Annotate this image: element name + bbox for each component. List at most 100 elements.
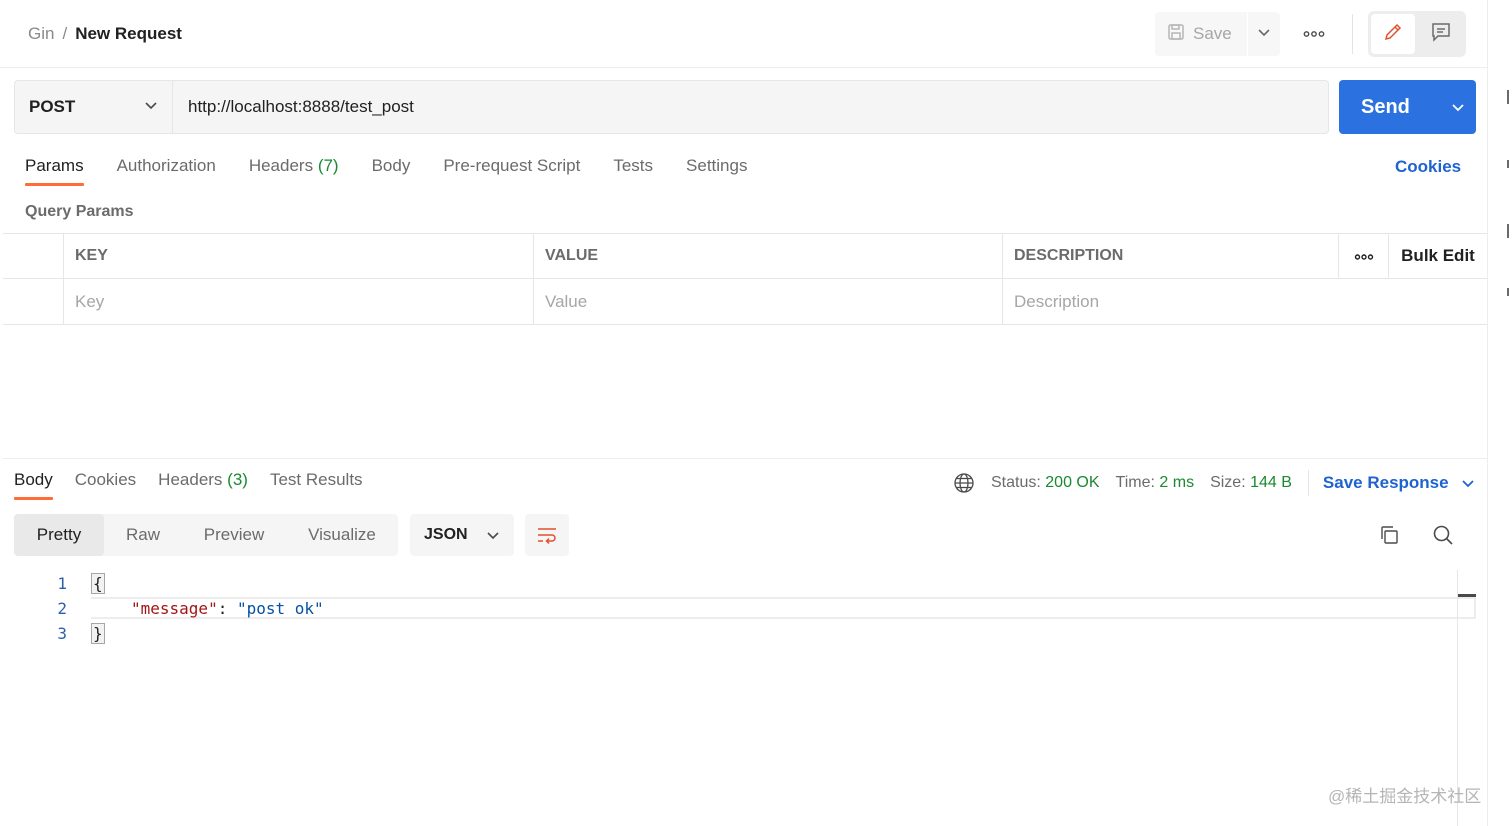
size-value: 144 B xyxy=(1250,474,1292,491)
meta-divider xyxy=(1307,470,1309,496)
line-number: 2 xyxy=(57,599,67,618)
tab-response-cookies[interactable]: Cookies xyxy=(75,470,136,500)
wrap-lines-icon xyxy=(536,525,558,545)
cookies-link[interactable]: Cookies xyxy=(1395,157,1461,177)
chevron-down-icon xyxy=(144,98,158,117)
json-colon: : xyxy=(217,599,237,618)
response-tabs: Body Cookies Headers (3) Test Results xyxy=(14,470,385,500)
save-button[interactable]: Save xyxy=(1155,12,1247,56)
view-mode-toggle xyxy=(1368,11,1466,57)
json-key: "message" xyxy=(131,599,218,618)
checkbox-column-header xyxy=(3,234,64,278)
save-icon xyxy=(1167,23,1185,46)
breadcrumb: Gin / New Request xyxy=(28,24,182,44)
tab-test-results[interactable]: Test Results xyxy=(270,470,363,500)
column-header-key: KEY xyxy=(64,234,534,278)
method-select[interactable]: POST xyxy=(14,80,172,134)
json-value: "post ok" xyxy=(236,599,324,618)
more-horizontal-icon xyxy=(1354,246,1374,266)
wrap-lines-button[interactable] xyxy=(525,514,569,556)
format-pretty[interactable]: Pretty xyxy=(14,514,104,556)
close-brace: } xyxy=(91,623,105,644)
response-format-tabs: Pretty Raw Preview Visualize xyxy=(14,514,398,556)
sidebar-docs-icon[interactable] xyxy=(1507,90,1512,104)
table-options-button[interactable] xyxy=(1339,234,1389,278)
size-readout[interactable]: Size: 144 B xyxy=(1210,474,1292,492)
headers-count: (7) xyxy=(317,156,339,175)
response-body-editor[interactable]: 1 2 3 { "message": "post ok" } xyxy=(3,568,1476,826)
tab-authorization[interactable]: Authorization xyxy=(117,156,216,186)
tab-pre-request-script[interactable]: Pre-request Script xyxy=(443,156,580,186)
column-header-description: DESCRIPTION xyxy=(1003,234,1339,278)
sidebar-related-icon[interactable] xyxy=(1507,288,1512,296)
query-params-title: Query Params xyxy=(25,203,134,220)
column-header-value: VALUE xyxy=(534,234,1003,278)
language-select[interactable]: JSON xyxy=(410,514,514,556)
bulk-edit-button[interactable]: Bulk Edit xyxy=(1389,234,1487,278)
open-brace: { xyxy=(91,573,105,594)
chevron-down-icon xyxy=(1461,476,1475,490)
row-checkbox-cell xyxy=(3,279,64,324)
tab-response-headers[interactable]: Headers (3) xyxy=(158,470,248,500)
format-preview[interactable]: Preview xyxy=(182,514,286,556)
edit-mode-button[interactable] xyxy=(1371,14,1415,54)
value-input[interactable] xyxy=(545,291,980,312)
table-header-row: KEY VALUE DESCRIPTION Bulk Edit xyxy=(3,234,1487,279)
save-label: Save xyxy=(1193,24,1232,43)
code-line: } xyxy=(91,623,105,644)
url-input[interactable] xyxy=(188,97,1328,117)
right-sidebar xyxy=(1487,0,1512,826)
code-line: { xyxy=(91,573,105,594)
save-dropdown-button[interactable] xyxy=(1248,12,1280,56)
send-button[interactable]: Send xyxy=(1339,80,1476,134)
value-cell xyxy=(534,279,1003,324)
chevron-down-icon xyxy=(1257,25,1271,44)
language-label: JSON xyxy=(424,526,468,543)
table-row xyxy=(3,279,1487,324)
time-readout[interactable]: Time: 2 ms xyxy=(1116,474,1195,492)
chevron-down-icon xyxy=(486,528,500,542)
save-response-button[interactable]: Save Response xyxy=(1323,473,1475,493)
url-field xyxy=(172,80,1329,134)
time-value: 2 ms xyxy=(1159,474,1195,491)
sidebar-info-icon[interactable] xyxy=(1507,224,1512,238)
code-line: "message": "post ok" xyxy=(131,599,324,618)
status-value: 200 OK xyxy=(1045,474,1100,491)
comments-button[interactable] xyxy=(1419,14,1463,54)
send-label: Send xyxy=(1361,95,1410,118)
format-raw[interactable]: Raw xyxy=(104,514,182,556)
tab-body[interactable]: Body xyxy=(372,156,411,186)
globe-icon[interactable] xyxy=(953,472,975,494)
more-actions-button[interactable] xyxy=(1296,22,1332,46)
search-button[interactable] xyxy=(1428,520,1458,550)
editor-scrollbar-thumb[interactable] xyxy=(1458,594,1476,597)
description-cell xyxy=(1003,279,1487,324)
tab-params[interactable]: Params xyxy=(25,156,84,186)
status-readout[interactable]: Status: 200 OK xyxy=(991,474,1100,492)
more-horizontal-icon xyxy=(1303,25,1325,43)
watermark: @稀土掘金技术社区 xyxy=(1328,787,1482,806)
response-meta: Status: 200 OK Time: 2 ms Size: 144 B Sa… xyxy=(953,470,1475,496)
tab-tests[interactable]: Tests xyxy=(613,156,653,186)
breadcrumb-separator: / xyxy=(62,24,68,43)
copy-icon xyxy=(1378,524,1400,546)
copy-button[interactable] xyxy=(1374,520,1404,550)
key-input[interactable] xyxy=(75,291,511,312)
request-name[interactable]: New Request xyxy=(75,24,182,44)
pencil-icon xyxy=(1382,21,1404,48)
tab-response-body[interactable]: Body xyxy=(14,470,53,500)
method-label: POST xyxy=(29,97,76,116)
response-headers-count: (3) xyxy=(227,470,248,489)
send-dropdown-button[interactable] xyxy=(1439,100,1476,114)
format-visualize[interactable]: Visualize xyxy=(286,514,398,556)
tab-headers[interactable]: Headers (7) xyxy=(249,156,339,186)
key-cell xyxy=(64,279,534,324)
tab-settings[interactable]: Settings xyxy=(686,156,747,186)
description-input[interactable] xyxy=(1014,291,1464,312)
response-pane-divider[interactable] xyxy=(3,458,1487,459)
breadcrumb-collection[interactable]: Gin xyxy=(28,24,54,44)
save-button-group: Save xyxy=(1155,12,1280,56)
line-number: 1 xyxy=(57,574,67,593)
sidebar-code-icon[interactable] xyxy=(1507,160,1512,168)
toolbar-divider xyxy=(1352,14,1353,54)
